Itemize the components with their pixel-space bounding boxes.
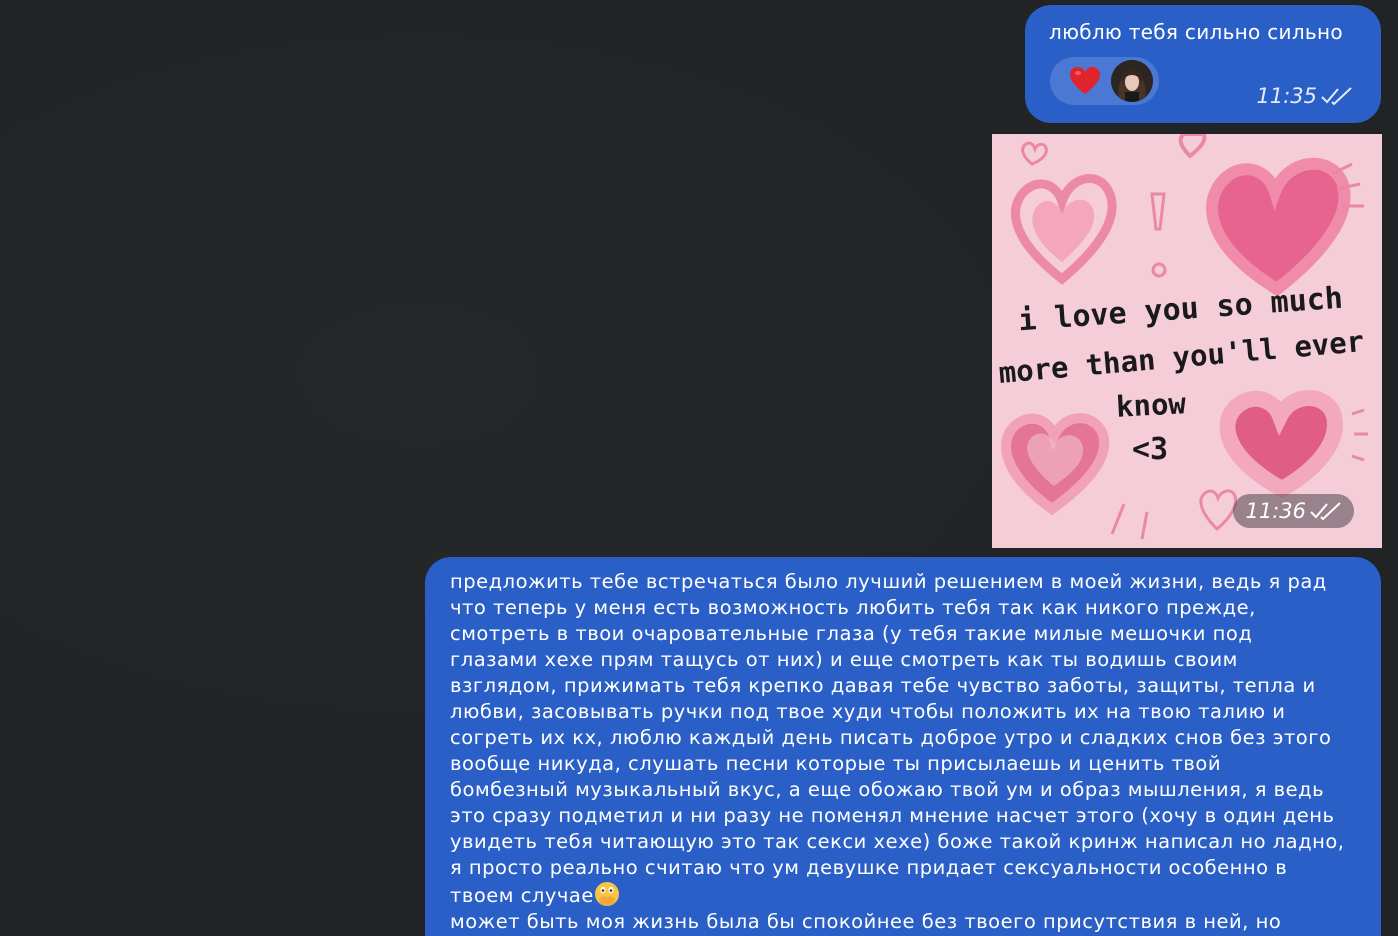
message-text-line: взглядом, прижимать тебя крепко давая те… xyxy=(450,674,1316,697)
message-text-line: предложить тебе встречаться было лучший … xyxy=(450,570,1327,593)
face-with-open-eyes-and-hand-over-mouth-icon xyxy=(594,882,619,906)
message-text-line: что теперь у меня есть возможность любит… xyxy=(450,596,1256,619)
message-text-line: это сразу подметил и ни разу не поменял … xyxy=(450,804,1335,827)
message-time: 11:35 xyxy=(1256,84,1317,108)
red-heart-icon xyxy=(1070,67,1100,94)
message-bubble[interactable]: предложить тебе встречаться было лучший … xyxy=(425,557,1381,936)
message-bubble[interactable]: люблю тебя сильно сильно 11:35 xyxy=(1025,5,1381,123)
message-text-line: вообще никуда, слушать песни которые ты … xyxy=(450,752,1222,775)
message-text-line: твоем случае xyxy=(450,881,1357,909)
message-text: люблю тебя сильно сильно xyxy=(1049,20,1343,44)
image-message[interactable]: i love you so much more than you'll ever… xyxy=(992,134,1382,548)
double-check-icon xyxy=(1321,87,1352,106)
message-time: 11:36 xyxy=(1245,499,1306,523)
message-text-line: смотреть в твои очаровательные глаза (у … xyxy=(450,622,1253,645)
message-meta: 11:35 xyxy=(1256,84,1353,108)
image-text-line: <3 xyxy=(1132,432,1169,467)
message-text-fragment: твоем случае xyxy=(450,884,594,907)
message-text-line: может быть моя жизнь была бы спокойнее б… xyxy=(450,910,1282,933)
image-text-line: know xyxy=(1115,386,1187,424)
message-text-line: увидеть тебя читающую это так секси хехе… xyxy=(450,830,1345,853)
user-avatar[interactable] xyxy=(1111,60,1153,102)
message-text-line: я просто реально считаю что ум девушке п… xyxy=(450,856,1288,879)
reactions-pill[interactable] xyxy=(1050,57,1159,105)
message-text-line: бомбезный музыкальный вкус, а еще обожаю… xyxy=(450,778,1325,801)
message-meta: 11:36 xyxy=(1233,494,1354,528)
chat-view: люблю тебя сильно сильно 11:35 i love yo… xyxy=(0,0,1398,936)
double-check-icon xyxy=(1310,502,1341,521)
message-text-line: согреть их кх, люблю каждый день писать … xyxy=(450,726,1332,749)
message-text-line: любви, засовывать ручки под твое худи чт… xyxy=(450,700,1286,723)
message-text-line: глазами хехе прям тащусь от них) и еще с… xyxy=(450,648,1238,671)
